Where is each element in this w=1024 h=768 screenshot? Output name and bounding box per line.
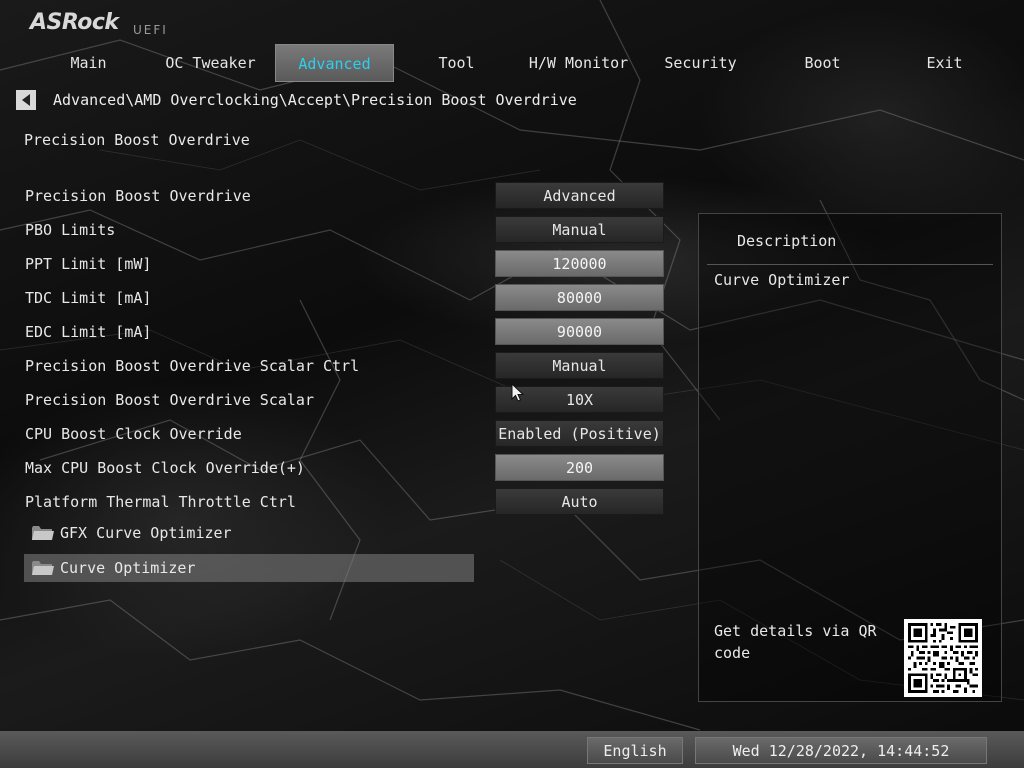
- tab-security[interactable]: Security: [641, 44, 760, 82]
- page-title: Precision Boost Overdrive: [24, 131, 250, 149]
- description-title: Description: [737, 232, 837, 250]
- datetime-display: Wed 12/28/2022, 14:44:52: [695, 737, 987, 764]
- description-divider: [707, 264, 993, 265]
- setting-row-pbo-scalar: Precision Boost Overdrive Scalar 10X: [24, 385, 674, 415]
- tab-hw-monitor[interactable]: H/W Monitor: [519, 44, 638, 82]
- setting-row-ppt-limit: PPT Limit [mW] 120000: [24, 249, 674, 279]
- submenu-label: Curve Optimizer: [60, 559, 196, 577]
- setting-value-dropdown[interactable]: Manual: [495, 216, 664, 243]
- setting-label: TDC Limit [mA]: [25, 289, 152, 307]
- description-text: Curve Optimizer: [714, 271, 850, 289]
- breadcrumb-path: Advanced\AMD Overclocking\Accept\Precisi…: [53, 91, 577, 109]
- qr-code-pattern: [908, 623, 978, 693]
- setting-value-input[interactable]: 80000: [495, 284, 664, 311]
- setting-value-input[interactable]: 200: [495, 454, 664, 481]
- tab-boot[interactable]: Boot: [763, 44, 882, 82]
- setting-label: Platform Thermal Throttle Ctrl: [25, 493, 296, 511]
- tab-oc-tweaker[interactable]: OC Tweaker: [151, 44, 270, 82]
- status-bar: English Wed 12/28/2022, 14:44:52: [0, 731, 1024, 768]
- tab-main[interactable]: Main: [29, 44, 148, 82]
- mouse-cursor-icon: [511, 383, 525, 402]
- setting-value-dropdown[interactable]: Enabled (Positive): [495, 420, 664, 447]
- setting-row-cpu-boost-clock-override: CPU Boost Clock Override Enabled (Positi…: [24, 419, 674, 449]
- qr-code-icon: [904, 619, 982, 697]
- folder-icon: [32, 526, 54, 540]
- setting-label: PBO Limits: [25, 221, 116, 239]
- submenu-gfx-curve-optimizer[interactable]: GFX Curve Optimizer: [24, 519, 474, 547]
- setting-row-precision-boost-overdrive: Precision Boost Overdrive Advanced: [24, 181, 674, 211]
- folder-icon: [32, 561, 54, 575]
- setting-value-input[interactable]: 90000: [495, 318, 664, 345]
- back-arrow-icon: [22, 94, 30, 106]
- setting-row-max-cpu-boost-clock-override: Max CPU Boost Clock Override(+) 200: [24, 453, 674, 483]
- setting-value-dropdown[interactable]: Auto: [495, 488, 664, 515]
- setting-row-edc-limit: EDC Limit [mA] 90000: [24, 317, 674, 347]
- language-button[interactable]: English: [587, 737, 683, 764]
- submenu-curve-optimizer[interactable]: Curve Optimizer: [24, 554, 474, 582]
- brand-sub: UEFI: [133, 23, 168, 37]
- setting-label: EDC Limit [mA]: [25, 323, 152, 341]
- setting-row-platform-thermal-throttle-ctrl: Platform Thermal Throttle Ctrl Auto: [24, 487, 674, 517]
- brand-name: ASRock: [30, 10, 119, 35]
- tab-tool[interactable]: Tool: [397, 44, 516, 82]
- main-tab-bar: Main OC Tweaker Advanced Tool H/W Monito…: [29, 44, 1005, 82]
- setting-label: Max CPU Boost Clock Override(+): [25, 459, 305, 477]
- setting-label: PPT Limit [mW]: [25, 255, 152, 273]
- setting-row-tdc-limit: TDC Limit [mA] 80000: [24, 283, 674, 313]
- setting-value-dropdown[interactable]: Manual: [495, 352, 664, 379]
- submenu-label: GFX Curve Optimizer: [60, 524, 232, 542]
- setting-value-input[interactable]: 120000: [495, 250, 664, 277]
- setting-value-dropdown[interactable]: Advanced: [495, 182, 664, 209]
- qr-caption: Get details via QR code: [714, 622, 877, 662]
- tab-exit[interactable]: Exit: [885, 44, 1004, 82]
- back-button[interactable]: [16, 90, 36, 110]
- setting-label: Precision Boost Overdrive Scalar Ctrl: [25, 357, 360, 375]
- setting-row-pbo-scalar-ctrl: Precision Boost Overdrive Scalar Ctrl Ma…: [24, 351, 674, 381]
- setting-label: Precision Boost Overdrive Scalar: [25, 391, 314, 409]
- description-panel: Description Curve Optimizer Get details …: [698, 213, 1002, 702]
- setting-label: CPU Boost Clock Override: [25, 425, 242, 443]
- tab-advanced[interactable]: Advanced: [275, 44, 394, 82]
- setting-label: Precision Boost Overdrive: [25, 187, 251, 205]
- setting-row-pbo-limits: PBO Limits Manual: [24, 215, 674, 245]
